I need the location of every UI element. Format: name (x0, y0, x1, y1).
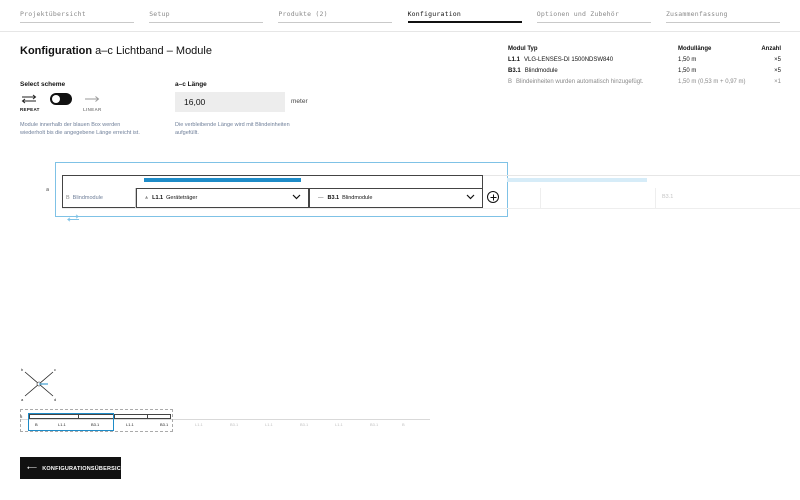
add-module-button[interactable] (487, 191, 499, 203)
page-title: Konfiguration a–c Lichtband – Module (20, 45, 212, 57)
step-projektuebersicht[interactable]: Projektübersicht (20, 10, 134, 23)
module-dropdown-b31[interactable]: — B3.1 Blindmodule (309, 188, 483, 208)
overview-repeat-box (28, 413, 114, 431)
overview-label: L1.1 (265, 422, 273, 427)
plus-icon (490, 194, 496, 200)
row-start-label: a (46, 187, 50, 193)
overview-label: B3.1 (160, 422, 169, 427)
page-title-rest: a–c Lichtband – Module (95, 45, 212, 57)
length-input[interactable] (175, 92, 285, 112)
blind-module-icon: — (318, 195, 324, 201)
header-divider (0, 31, 800, 32)
back-to-overview-button[interactable]: ⟵ KONFIGURATIONSÜBERSICHT (20, 457, 128, 479)
scheme-selector: REPEAT LINEAR (20, 92, 110, 116)
overview-label: B3.1 (230, 422, 239, 427)
overview-label: L1.1 (126, 422, 134, 427)
overview-tick (114, 414, 115, 419)
repeat-icon (67, 214, 79, 222)
module-dropdown-l11[interactable]: ⩚ L1.1 Geräteträger (136, 188, 309, 208)
step-konfiguration[interactable]: Konfiguration (407, 10, 522, 23)
compass-label-c: c (54, 367, 56, 372)
step-produkte[interactable]: Produkte (2) (278, 10, 393, 23)
page-title-bold: Konfiguration (20, 45, 93, 57)
table-row: L1.1 VLG-LENSES-DI 1500NDSW840 1,50 m ×5 (508, 57, 781, 63)
ghost-divider (655, 188, 656, 208)
length-description: Die verbleibende Länge wird mit Blindein… (175, 122, 290, 136)
overview-label: L1.1 (195, 422, 203, 427)
linear-arrow-icon[interactable] (84, 94, 100, 104)
scheme-label: Select scheme (20, 81, 66, 88)
module-slot-first: B Blindmodule (62, 188, 136, 208)
overview-tick (147, 414, 148, 419)
overview-label: L1.1 (335, 422, 343, 427)
scheme-description: Module innerhalb der blauen Box werden w… (20, 122, 140, 136)
length-unit: meter (291, 98, 308, 105)
row-bottom-line (62, 208, 800, 209)
toggle-knob (52, 95, 60, 103)
overview-label: B3.1 (91, 422, 100, 427)
compass-label-b: b (21, 367, 24, 372)
chevron-down-icon (292, 194, 301, 200)
repeat-icon[interactable] (20, 94, 38, 104)
length-progress-bar-preview (507, 178, 647, 182)
compass-label-d: d (54, 397, 56, 402)
arrow-left-icon: ⟵ (27, 465, 38, 472)
module-table-header: Modul Typ Modullänge Anzahl (508, 46, 781, 52)
step-optionen[interactable]: Optionen und Zubehör (536, 10, 651, 23)
chevron-down-icon (466, 194, 475, 200)
module-table: Modul Typ Modullänge Anzahl L1.1 VLG-LENS… (508, 44, 781, 88)
step-zusammenfassung[interactable]: Zusammenfassung (665, 10, 780, 23)
overview-label: L1.1 (58, 422, 66, 427)
ghost-divider (540, 188, 541, 208)
overview-tick (78, 414, 79, 419)
repeat-caption: REPEAT (20, 107, 40, 112)
step-navigation: Projektübersicht Setup Produkte (2) Konf… (20, 10, 780, 23)
compass-icon: b c d a (21, 367, 56, 402)
length-label: a–c Länge (175, 81, 207, 88)
overview-label: B3.1 (370, 422, 379, 427)
overview-label: B3.1 (300, 422, 309, 427)
overview-label: B (402, 422, 405, 427)
overview-start-label: a (20, 414, 23, 419)
overview-label: B (35, 422, 38, 427)
linear-caption: LINEAR (83, 107, 102, 112)
device-carrier-icon: ⩚ (145, 195, 149, 201)
compass-label-a: a (21, 397, 24, 402)
back-button-label: KONFIGURATIONSÜBERSICHT (42, 466, 129, 472)
ghost-module-label: B3.1 (662, 194, 674, 200)
layout-overview[interactable]: a B L1.1 B3.1 L1.1 B3.1 L1.1 B3.1 L1.1 B… (20, 409, 430, 434)
step-setup[interactable]: Setup (149, 10, 264, 23)
table-row: B3.1 Blindmodule 1,50 m ×5 (508, 68, 781, 74)
table-row-note: B Blindeinheiten wurden automatisch hinzu… (508, 79, 781, 85)
scheme-toggle[interactable] (50, 93, 72, 105)
